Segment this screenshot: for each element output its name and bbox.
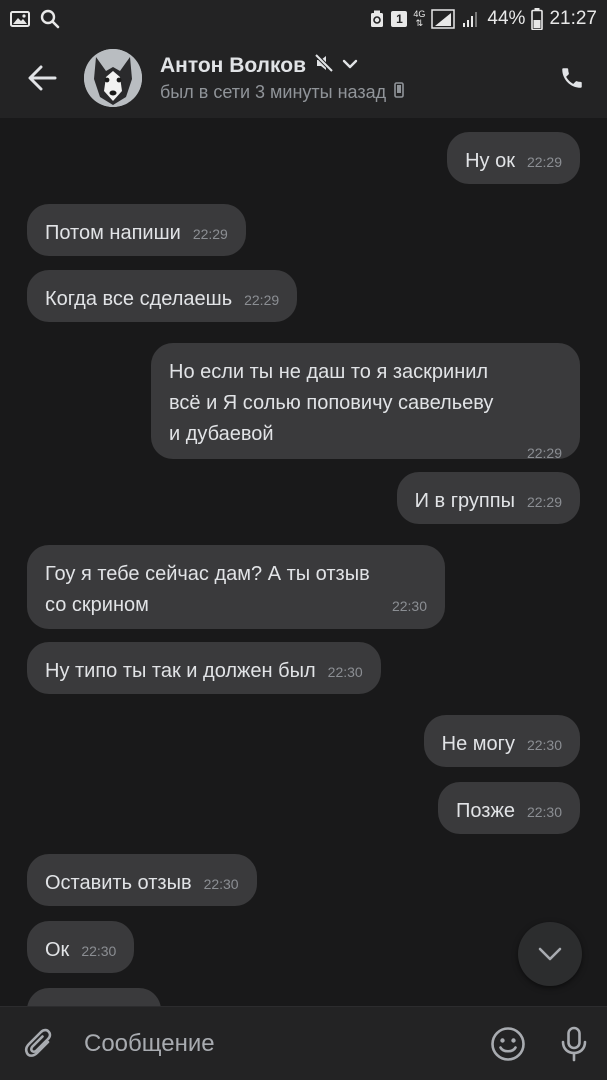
chat-header: Антон Волков был в сети 3 минуты назад xyxy=(0,38,607,118)
message-time: 22:29 xyxy=(526,494,562,510)
message-time: 22:29 xyxy=(192,226,228,242)
battery-icon xyxy=(531,8,544,30)
message-time: 22:30 xyxy=(526,737,562,753)
scroll-to-bottom-button[interactable] xyxy=(518,922,582,986)
message-text: Ну типо ты так и должен был xyxy=(45,660,316,682)
message-text: Оставить отзыв xyxy=(45,872,192,894)
message-bubble[interactable]: Оставить отзыв 22:30 xyxy=(27,854,257,906)
message-bubble[interactable]: Ну типо ты так и должен был 22:30 xyxy=(27,642,381,694)
clock: 21:27 xyxy=(549,8,597,29)
call-button[interactable] xyxy=(537,38,607,118)
emoji-icon xyxy=(491,1027,525,1061)
message-text: Позже xyxy=(456,800,515,822)
message-time: 22:30 xyxy=(203,876,239,892)
back-button[interactable] xyxy=(0,38,84,118)
search-notification-icon xyxy=(40,9,60,29)
attach-icon xyxy=(24,1028,52,1057)
back-arrow-icon xyxy=(28,65,57,91)
message-line: Гоу я тебе сейчас дам? А ты отзыв xyxy=(45,563,370,585)
recycle-icon xyxy=(369,10,385,28)
message-bubble[interactable]: Когда все сделаешь 22:29 xyxy=(27,270,298,322)
message-time: 22:30 xyxy=(327,664,363,680)
gallery-icon xyxy=(10,11,30,27)
mobile-icon xyxy=(394,82,404,103)
contact-info[interactable]: Антон Волков был в сети 3 минуты назад xyxy=(160,53,404,103)
message-bubble[interactable]: Но если ты не даш то я заскринил всё и Я… xyxy=(151,343,580,461)
avatar[interactable] xyxy=(84,49,142,107)
message-bubble[interactable]: Потом напиши 22:29 xyxy=(27,204,246,256)
phone-icon xyxy=(562,68,582,88)
message-composer xyxy=(0,1006,607,1080)
message-bubble[interactable]: Ну ок 22:29 xyxy=(447,132,580,184)
message-text: Не могу xyxy=(441,733,515,755)
message-time: 22:30 xyxy=(81,943,117,959)
voice-message-button[interactable] xyxy=(541,1007,607,1080)
signal-2-icon xyxy=(461,9,481,29)
message-bubble[interactable]: Позже 22:30 xyxy=(438,782,580,834)
message-line: Но если ты не даш то я заскринил xyxy=(169,361,489,383)
message-list[interactable]: Ну ок 22:29 Потом напиши 22:29 Когда все с… xyxy=(0,118,607,1006)
message-text: Потом напиши xyxy=(45,222,181,244)
sim-badge: 1 xyxy=(391,11,408,27)
emoji-button[interactable] xyxy=(475,1007,541,1080)
message-bubble-partial[interactable] xyxy=(27,988,161,1006)
message-line: всё и Я солью поповичу савельеву xyxy=(169,392,494,414)
chevron-down-icon xyxy=(538,947,562,961)
message-time: 22:29 xyxy=(526,154,562,170)
message-text: Ну ок xyxy=(465,150,515,172)
microphone-icon xyxy=(561,1026,587,1062)
message-text: Ок xyxy=(45,939,70,961)
online-status: был в сети 3 минуты назад xyxy=(160,82,387,102)
status-bar: 1 4G ⇅ 44% 21:27 xyxy=(0,0,607,38)
attach-button[interactable] xyxy=(0,1007,78,1080)
message-bubble[interactable]: Гоу я тебе сейчас дам? А ты отзыв со скр… xyxy=(27,545,445,629)
message-text: И в группы xyxy=(414,490,515,512)
message-text: Когда все сделаешь xyxy=(45,288,233,310)
battery-percent: 44% xyxy=(487,8,526,29)
chat-screen: 1 4G ⇅ 44% 21:27 Антон Волков был в сети… xyxy=(0,0,607,1080)
message-time: 22:29 xyxy=(244,292,280,308)
contact-name: Антон Волков xyxy=(160,53,306,77)
chevron-down-icon[interactable] xyxy=(342,57,358,75)
message-bubble[interactable]: Не могу 22:30 xyxy=(423,715,580,767)
network-type: 4G ⇅ xyxy=(413,10,425,28)
message-bubble[interactable]: Ок 22:30 xyxy=(27,921,135,973)
message-bubble[interactable]: И в группы 22:29 xyxy=(396,472,580,524)
data-arrows-icon: ⇅ xyxy=(415,18,424,28)
message-input[interactable] xyxy=(78,1030,475,1058)
muted-icon xyxy=(314,53,334,78)
message-time: 22:30 xyxy=(526,804,562,820)
signal-icon xyxy=(431,9,456,29)
